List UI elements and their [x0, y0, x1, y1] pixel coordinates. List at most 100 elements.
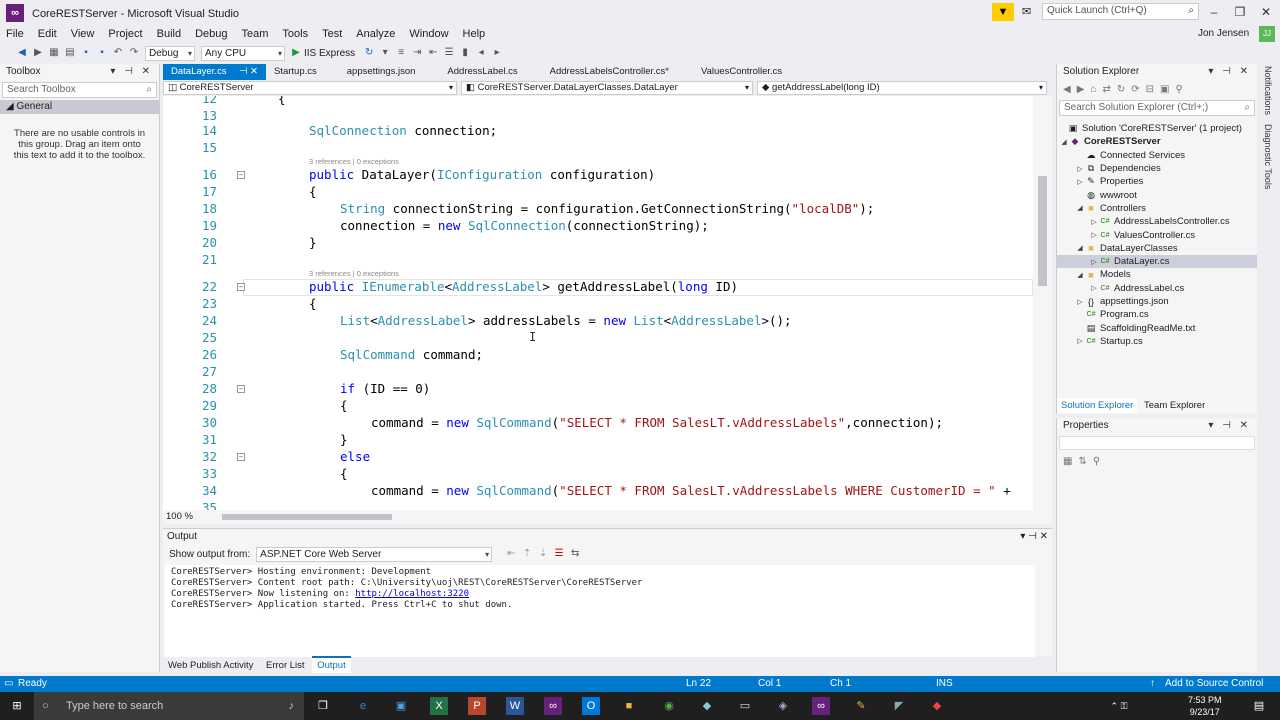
back-icon[interactable]: ◀: [16, 47, 28, 59]
feedback-icon[interactable]: ✉: [1022, 5, 1031, 18]
prev-message-icon[interactable]: ⇡: [521, 548, 533, 560]
taskbar-search-input[interactable]: ○ Type here to search ♪: [34, 692, 304, 720]
output-controls-icon[interactable]: ▾ ⊣ ✕: [1020, 531, 1048, 543]
visual-studio-running-icon[interactable]: ∞: [812, 697, 830, 715]
collapsed-icon[interactable]: ▷: [1075, 298, 1085, 306]
tab-output[interactable]: Output: [312, 656, 351, 673]
tree-item-program[interactable]: C# Program.cs: [1057, 308, 1257, 321]
collapse-icon[interactable]: −: [237, 453, 245, 461]
tab-addresslabel[interactable]: AddressLabel.cs: [439, 64, 525, 80]
format-icon[interactable]: ≡: [395, 47, 407, 59]
undo-icon[interactable]: ↶: [112, 47, 124, 59]
azure-icon[interactable]: ◆: [698, 697, 716, 715]
collapsed-icon[interactable]: ▷: [1089, 231, 1099, 239]
member-dropdown[interactable]: ◆ getAddressLabel(long ID): [757, 81, 1047, 95]
class-dropdown[interactable]: ◧ CoreRESTServer.DataLayerClasses.DataLa…: [461, 81, 753, 95]
clear-all-icon[interactable]: ☰: [553, 548, 565, 560]
property-pages-icon[interactable]: ⚲: [1093, 456, 1100, 467]
collapse-icon[interactable]: −: [237, 385, 245, 393]
chrome-icon[interactable]: ◉: [660, 697, 678, 715]
back-icon[interactable]: ◀: [1063, 84, 1071, 95]
expanded-icon[interactable]: ◢: [1075, 244, 1085, 252]
expanded-icon[interactable]: ◢: [1075, 204, 1085, 212]
codelens-references[interactable]: 3 references | 0 exceptions: [309, 157, 399, 166]
categorized-icon[interactable]: ▦: [1063, 456, 1072, 467]
git-icon[interactable]: ◆: [928, 697, 946, 715]
tree-item-startup[interactable]: ▷ C# Startup.cs: [1057, 335, 1257, 348]
powerpoint-icon[interactable]: P: [468, 697, 486, 715]
tree-item-datalayer[interactable]: ▷ C# DataLayer.cs: [1057, 254, 1257, 269]
editor-horizontal-scrollbar[interactable]: [222, 514, 392, 520]
tree-item-appsettings[interactable]: ▷{} appsettings.json: [1057, 295, 1257, 308]
close-button[interactable]: ✕: [1254, 4, 1278, 22]
tab-valuescontroller[interactable]: ValuesController.cs: [693, 64, 790, 80]
tab-error-list[interactable]: Error List: [261, 658, 310, 673]
new-project-icon[interactable]: ▦: [48, 47, 60, 59]
menu-view[interactable]: View: [71, 28, 95, 40]
taskbar-clock[interactable]: 7:53 PM 9/23/17: [1188, 694, 1222, 718]
refresh-icon[interactable]: ↻: [363, 47, 375, 59]
collapsed-icon[interactable]: ▷: [1075, 178, 1085, 186]
notifications-tab[interactable]: Notifications: [1263, 66, 1273, 115]
tab-datalayer[interactable]: DataLayer.cs ⊣ ✕: [163, 64, 266, 80]
tree-item-controllers[interactable]: ◢ ■ Controllers: [1057, 202, 1257, 215]
menu-file[interactable]: File: [6, 28, 24, 40]
task-view-icon[interactable]: ❐: [314, 697, 332, 715]
add-to-source-control-button[interactable]: Add to Source Control: [1165, 678, 1263, 689]
sql-tool-icon[interactable]: ◤: [890, 697, 908, 715]
menu-debug[interactable]: Debug: [195, 28, 227, 40]
platform-dropdown[interactable]: Any CPU: [201, 45, 285, 61]
tree-item-addresslabelscontroller[interactable]: ▷ C# AddressLabelsController.cs: [1057, 215, 1257, 228]
open-file-icon[interactable]: ▤: [64, 47, 76, 59]
outlook-icon[interactable]: O: [582, 697, 600, 715]
menu-edit[interactable]: Edit: [38, 28, 57, 40]
history-icon[interactable]: ↻: [1117, 84, 1125, 95]
sync-icon[interactable]: ⇄: [1102, 84, 1110, 95]
editor-vertical-scrollbar[interactable]: [1033, 96, 1052, 510]
tree-item-datalayerclasses[interactable]: ◢ ■ DataLayerClasses: [1057, 242, 1257, 255]
codelens-references[interactable]: 3 references | 0 exceptions: [309, 269, 399, 278]
tab-appsettings[interactable]: appsettings.json: [339, 64, 424, 80]
collapse-icon[interactable]: −: [237, 283, 245, 291]
menu-help[interactable]: Help: [463, 28, 486, 40]
tree-item-project[interactable]: ◢ ◆ CoreRESTServer: [1057, 135, 1257, 148]
tab-team-explorer[interactable]: Team Explorer: [1140, 398, 1209, 413]
toolbox-controls-icon[interactable]: ▾ ⊣ ✕: [110, 66, 153, 78]
menu-project[interactable]: Project: [108, 28, 142, 40]
forward-icon[interactable]: ▶: [1077, 84, 1085, 95]
edge-browser-icon[interactable]: e: [354, 697, 372, 715]
windows-start-icon[interactable]: ⊞: [8, 697, 26, 715]
tree-item-scaffoldingreadme[interactable]: ▤ ScaffoldingReadMe.txt: [1057, 321, 1257, 334]
paint-icon[interactable]: ✎: [852, 697, 870, 715]
toolbox-search-input[interactable]: Search Toolbox ⌕: [2, 82, 157, 98]
tree-item-wwwroot[interactable]: ◍ wwwroot: [1057, 188, 1257, 201]
app-icon[interactable]: ◈: [774, 697, 792, 715]
toolbox-empty-message[interactable]: There are no usable controls in this gro…: [0, 114, 159, 175]
tree-item-connected-services[interactable]: ☁ Connected Services: [1057, 149, 1257, 162]
collapsed-icon[interactable]: ▷: [1089, 218, 1099, 226]
tab-web-publish-activity[interactable]: Web Publish Activity: [163, 658, 258, 673]
bookmark-next-icon[interactable]: ▸: [491, 47, 503, 59]
settings-icon[interactable]: ⚲: [1175, 84, 1182, 95]
word-wrap-icon[interactable]: ⇆: [569, 548, 581, 560]
output-text[interactable]: CoreRESTServer> Hosting environment: Dev…: [165, 565, 1035, 657]
run-button[interactable]: IIS Express: [304, 48, 355, 59]
play-icon[interactable]: ▶: [290, 47, 302, 59]
localhost-link[interactable]: http://localhost:3220: [355, 589, 469, 599]
code-editor[interactable]: 12 { 13 14 SqlConnection connection; 15 …: [163, 96, 1052, 510]
save-all-icon[interactable]: ▪: [96, 47, 108, 59]
code-area[interactable]: 12 { 13 14 SqlConnection connection; 15 …: [163, 96, 1033, 510]
tab-startup[interactable]: Startup.cs: [266, 64, 325, 80]
properties-object-dropdown[interactable]: [1059, 436, 1255, 450]
find-message-icon[interactable]: ⇤: [505, 548, 517, 560]
menu-analyze[interactable]: Analyze: [356, 28, 395, 40]
visual-studio-icon[interactable]: ∞: [544, 697, 562, 715]
tree-item-models[interactable]: ◢ ■ Models: [1057, 268, 1257, 281]
outdent-icon[interactable]: ⇤: [427, 47, 439, 59]
store-icon[interactable]: ▣: [392, 697, 410, 715]
config-dropdown[interactable]: Debug: [145, 45, 195, 61]
avatar[interactable]: JJ: [1259, 26, 1275, 42]
tab-solution-explorer[interactable]: Solution Explorer: [1057, 398, 1138, 413]
toolbox-group-general[interactable]: ◢ General: [0, 100, 159, 114]
menu-test[interactable]: Test: [322, 28, 342, 40]
